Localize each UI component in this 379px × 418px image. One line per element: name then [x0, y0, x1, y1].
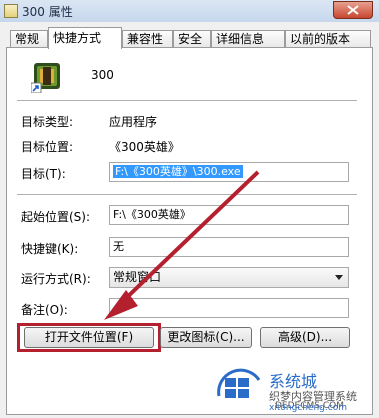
tab-shortcut[interactable]: 快捷方式: [48, 27, 122, 49]
annotation-arrow-icon: [104, 170, 260, 320]
